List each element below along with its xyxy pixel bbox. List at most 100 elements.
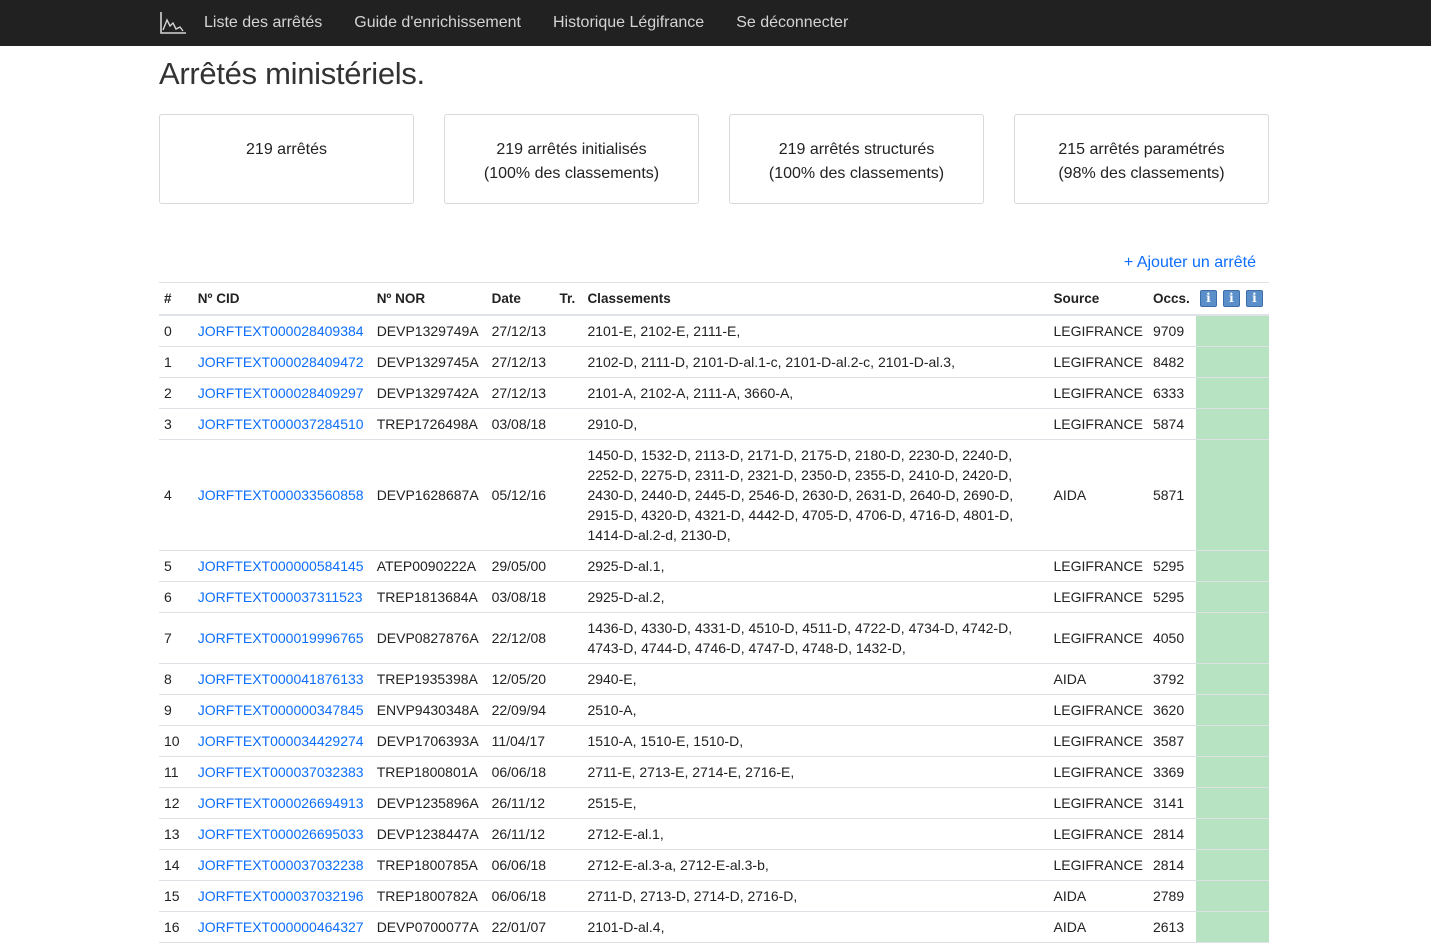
- info-icon[interactable]: i: [1222, 290, 1240, 307]
- row-cid-link[interactable]: JORFTEXT000037032238: [198, 857, 364, 873]
- row-cid-link-cell: JORFTEXT000019996765: [192, 612, 372, 664]
- row-tr-cell: [554, 346, 583, 378]
- row-classements-cell: 2711-E, 2713-E, 2714-E, 2716-E,: [582, 756, 1049, 788]
- table-body: 0 JORFTEXT000028409384 DEVP1329749A 27/12/1…: [159, 315, 1269, 943]
- row-status-cell: [1195, 408, 1269, 440]
- row-occs-cell: 6333: [1147, 377, 1196, 409]
- col-header-occs: Occs.: [1147, 282, 1196, 316]
- row-date-cell: 03/08/18: [486, 408, 555, 440]
- row-tr-cell: [554, 849, 583, 881]
- row-source-cell: AIDA: [1048, 439, 1148, 551]
- table-row: 4 JORFTEXT000033560858 DEVP1628687A 05/12/1…: [159, 439, 1269, 551]
- row-nor-cell: ENVP9430348A: [371, 694, 487, 726]
- add-arrete-link[interactable]: + Ajouter un arrêté: [1124, 254, 1256, 272]
- row-date-cell: 05/12/16: [486, 439, 555, 551]
- stat-card-structures: 219 arrêtés structurés (100% des classem…: [729, 114, 984, 204]
- row-nor-cell: DEVP1235896A: [371, 787, 487, 819]
- row-source-cell: LEGIFRANCE: [1048, 849, 1148, 881]
- nav-guide-enrichissement[interactable]: Guide d'enrichissement: [354, 14, 521, 32]
- stat-card-line1: 219 arrêtés structurés: [778, 141, 935, 158]
- row-tr-cell: [554, 725, 583, 757]
- nav-se-deconnecter[interactable]: Se déconnecter: [736, 14, 848, 32]
- row-cid-link[interactable]: JORFTEXT000037311523: [198, 589, 363, 605]
- stat-card-line2: (100% des classements): [768, 165, 945, 182]
- row-cid-link[interactable]: JORFTEXT000028409384: [198, 323, 364, 339]
- row-source-cell: LEGIFRANCE: [1048, 550, 1148, 582]
- row-num-cell: 11: [159, 756, 193, 788]
- row-nor-cell: DEVP1628687A: [371, 439, 487, 551]
- table-row: 6 JORFTEXT000037311523 TREP1813684A 03/08/1…: [159, 581, 1269, 613]
- row-date-cell: 06/06/18: [486, 849, 555, 881]
- row-cid-link-cell: JORFTEXT000028409297: [192, 377, 372, 409]
- row-status-cell: [1195, 315, 1269, 347]
- row-occs-cell: 5874: [1147, 408, 1196, 440]
- row-cid-link[interactable]: JORFTEXT000026695033: [198, 826, 364, 842]
- row-num-cell: 10: [159, 725, 193, 757]
- row-cid-link[interactable]: JORFTEXT000033560858: [198, 487, 364, 503]
- row-occs-cell: 2613: [1147, 911, 1196, 943]
- row-date-cell: 22/12/08: [486, 612, 555, 664]
- row-cid-link-cell: JORFTEXT000037032238: [192, 849, 372, 881]
- info-icon[interactable]: i: [1199, 290, 1217, 307]
- row-cid-link-cell: JORFTEXT000026694913: [192, 787, 372, 819]
- row-cid-link[interactable]: JORFTEXT000037284510: [198, 416, 364, 432]
- row-source-cell: LEGIFRANCE: [1048, 756, 1148, 788]
- row-cid-link-cell: JORFTEXT000000464327: [192, 911, 372, 943]
- row-status-cell: [1195, 818, 1269, 850]
- row-nor-cell: TREP1800801A: [371, 756, 487, 788]
- row-cid-link[interactable]: JORFTEXT000037032383: [198, 764, 364, 780]
- row-cid-link[interactable]: JORFTEXT000028409472: [198, 354, 364, 370]
- table-row: 1 JORFTEXT000028409472 DEVP1329745A 27/12/1…: [159, 346, 1269, 378]
- row-cid-link[interactable]: JORFTEXT000019996765: [198, 630, 364, 646]
- col-header-date: Date: [486, 282, 555, 316]
- chart-logo-icon[interactable]: [158, 9, 188, 37]
- row-status-cell: [1195, 849, 1269, 881]
- row-cid-link[interactable]: JORFTEXT000041876133: [198, 671, 364, 687]
- row-cid-link-cell: JORFTEXT000000347845: [192, 694, 372, 726]
- row-cid-link[interactable]: JORFTEXT000000464327: [198, 919, 364, 935]
- nav-historique-legifrance[interactable]: Historique Légifrance: [553, 14, 704, 32]
- row-status-cell: [1195, 377, 1269, 409]
- row-status-cell: [1195, 663, 1269, 695]
- row-status-cell: [1195, 787, 1269, 819]
- row-occs-cell: 5295: [1147, 550, 1196, 582]
- table-row: 5 JORFTEXT000000584145 ATEP0090222A 29/05/0…: [159, 550, 1269, 582]
- nav-liste-arretes[interactable]: Liste des arrêtés: [204, 14, 322, 32]
- row-tr-cell: [554, 787, 583, 819]
- row-status-cell: [1195, 346, 1269, 378]
- row-date-cell: 29/05/00: [486, 550, 555, 582]
- row-num-cell: 14: [159, 849, 193, 881]
- row-cid-link-cell: JORFTEXT000041876133: [192, 663, 372, 695]
- row-cid-link[interactable]: JORFTEXT000028409297: [198, 385, 364, 401]
- row-cid-link[interactable]: JORFTEXT000037032196: [198, 888, 364, 904]
- row-num-cell: 2: [159, 377, 193, 409]
- row-occs-cell: 8482: [1147, 346, 1196, 378]
- info-icon[interactable]: i: [1245, 290, 1263, 307]
- stat-card-initialises: 219 arrêtés initialisés (100% des classe…: [444, 114, 699, 204]
- page-title: Arrêtés ministériels.: [159, 56, 425, 91]
- row-cid-link-cell: JORFTEXT000028409472: [192, 346, 372, 378]
- row-classements-cell: 2101-E, 2102-E, 2111-E,: [582, 315, 1049, 347]
- table-row: 16 JORFTEXT000000464327 DEVP0700077A 22/01/…: [159, 911, 1269, 943]
- row-status-cell: [1195, 911, 1269, 943]
- row-date-cell: 03/08/18: [486, 581, 555, 613]
- row-nor-cell: TREP1935398A: [371, 663, 487, 695]
- row-cid-link[interactable]: JORFTEXT000000584145: [198, 558, 364, 574]
- row-date-cell: 22/01/07: [486, 911, 555, 943]
- row-classements-cell: 2101-A, 2102-A, 2111-A, 3660-A,: [582, 377, 1049, 409]
- row-tr-cell: [554, 439, 583, 551]
- row-tr-cell: [554, 408, 583, 440]
- table-row: 12 JORFTEXT000026694913 DEVP1235896A 26/11/…: [159, 787, 1269, 819]
- row-cid-link[interactable]: JORFTEXT000026694913: [198, 795, 364, 811]
- row-tr-cell: [554, 581, 583, 613]
- row-cid-link-cell: JORFTEXT000037032196: [192, 880, 372, 912]
- row-source-cell: LEGIFRANCE: [1048, 818, 1148, 850]
- row-classements-cell: 2925-D-al.1,: [582, 550, 1049, 582]
- row-cid-link[interactable]: JORFTEXT000034429274: [198, 733, 364, 749]
- table-row: 2 JORFTEXT000028409297 DEVP1329742A 27/12/1…: [159, 377, 1269, 409]
- row-status-cell: [1195, 612, 1269, 664]
- row-classements-cell: 2515-E,: [582, 787, 1049, 819]
- row-cid-link[interactable]: JORFTEXT000000347845: [198, 702, 364, 718]
- table-row: 3 JORFTEXT000037284510 TREP1726498A 03/08/1…: [159, 408, 1269, 440]
- row-source-cell: AIDA: [1048, 911, 1148, 943]
